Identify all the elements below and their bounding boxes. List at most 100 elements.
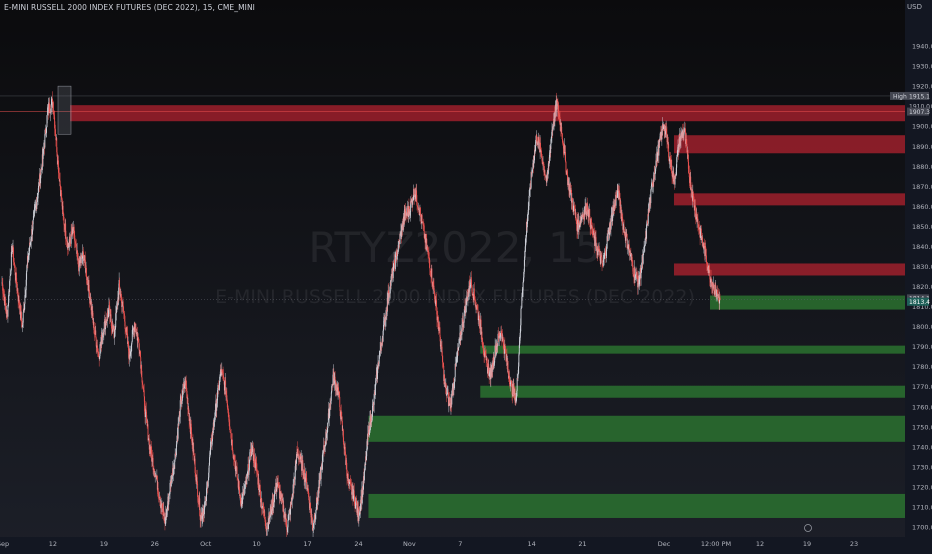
x-tick-label: 14 [527, 540, 535, 548]
y-tick-label: 1750.0 [912, 423, 932, 431]
candle-body [249, 452, 251, 460]
y-tick-label: 1890.0 [912, 143, 932, 151]
candle-body [50, 104, 52, 113]
y-tick-label: 1720.0 [912, 483, 932, 491]
candle-body [461, 323, 463, 335]
candle-body [518, 354, 520, 367]
supply-zone [70, 105, 905, 122]
y-tick-label: 1870.0 [912, 183, 932, 191]
x-tick-label: 26 [151, 540, 159, 548]
candle-body [529, 189, 530, 196]
candle-body [268, 524, 269, 529]
symbol-header: E-MINI RUSSELL 2000 INDEX FUTURES (DEC 2… [4, 3, 255, 12]
candle-body [52, 102, 54, 114]
candle-body [95, 330, 97, 338]
candle-body [350, 482, 352, 485]
candle-body [87, 278, 89, 284]
y-tick-label: 1780.0 [912, 363, 932, 371]
supply-zone [673, 135, 905, 154]
candle-body [73, 226, 75, 232]
candle-body [520, 308, 522, 326]
candle-body [657, 152, 659, 162]
candle-body [429, 268, 431, 271]
candle-body [641, 268, 642, 273]
demand-zone [710, 295, 905, 310]
candle-body [299, 456, 300, 459]
candle-body [561, 126, 563, 134]
high-label-text: High [893, 93, 907, 100]
x-tick-label: 7 [458, 540, 462, 548]
x-tick-label: Sep [0, 540, 9, 548]
candle-body [372, 405, 373, 417]
y-tick-label: 1700.0 [912, 523, 932, 531]
candle-body [26, 265, 28, 271]
price-axis[interactable]: 1940.01930.01920.01910.01900.01890.01880… [905, 0, 932, 550]
supply-zone [673, 193, 905, 206]
candle-body [246, 474, 248, 485]
highlight-box [57, 85, 72, 135]
candle-body [375, 374, 377, 382]
y-tick-label: 1930.0 [912, 63, 932, 71]
candle-body [502, 335, 504, 337]
y-tick-label: 1830.0 [912, 263, 932, 271]
candle-body [436, 300, 437, 308]
x-tick-label: 12 [49, 540, 57, 548]
candle-body [600, 256, 602, 264]
candle-body [565, 151, 566, 162]
candle-body [668, 144, 670, 158]
candle-body [693, 199, 695, 208]
candle-body [642, 254, 644, 264]
candle-body [522, 282, 524, 291]
x-tick-label: Oct [200, 540, 212, 548]
candle-body [709, 269, 711, 280]
y-tick-label: 1860.0 [912, 203, 932, 211]
candle-body [147, 424, 149, 441]
x-tick-label: 23 [850, 540, 858, 548]
candle-body [713, 283, 715, 294]
candle-body [472, 293, 474, 299]
demand-zone [480, 385, 905, 398]
candle-body [363, 471, 365, 481]
x-tick-label: 17 [303, 540, 311, 548]
candle-body [207, 480, 209, 487]
demand-zone [368, 493, 906, 518]
candle-body [4, 297, 6, 304]
candle-body [208, 465, 210, 473]
candle-body [503, 343, 505, 348]
candle-body [143, 390, 145, 397]
candle-body [358, 514, 360, 517]
chart-area[interactable]: RTYZ2022, 15 E-MINI RUSSELL 2000 INDEX F… [0, 0, 932, 550]
x-tick-label: 19 [100, 540, 108, 548]
candle-body [392, 270, 394, 279]
currency-label: USD [907, 3, 922, 11]
candle-body [197, 484, 199, 497]
x-tick-label: 21 [578, 540, 586, 548]
candle-body [189, 418, 191, 427]
candle-body [331, 386, 333, 393]
candle-body [287, 519, 289, 528]
y-tick-label: 1760.0 [912, 403, 932, 411]
candle-body [223, 375, 224, 379]
y-tick-label: 1850.0 [912, 223, 932, 231]
y-tick-label: 1840.0 [912, 243, 932, 251]
demand-zone [480, 345, 905, 354]
y-tick-label: 1940.0 [912, 43, 932, 51]
candle-body [650, 186, 652, 190]
candle-body [46, 127, 48, 133]
y-tick-label: 1790.0 [912, 343, 932, 351]
candle-body [719, 297, 721, 300]
candle-body [115, 312, 117, 328]
candle-body [265, 526, 267, 529]
candle-body [557, 100, 559, 103]
candle-body [464, 306, 466, 311]
chart-svg[interactable]: RTYZ2022, 15 E-MINI RUSSELL 2000 INDEX F… [0, 0, 932, 550]
time-axis-background [0, 537, 932, 550]
candle-body [13, 247, 14, 262]
x-tick-label: 19 [803, 540, 811, 548]
candle-body [44, 134, 46, 148]
candle-body [421, 215, 423, 223]
x-tick-label: 12 [756, 540, 764, 548]
price-label-text: 1915.1 [909, 93, 930, 100]
price-label-text: 1813.4 [909, 299, 930, 306]
candle-body [80, 256, 82, 263]
